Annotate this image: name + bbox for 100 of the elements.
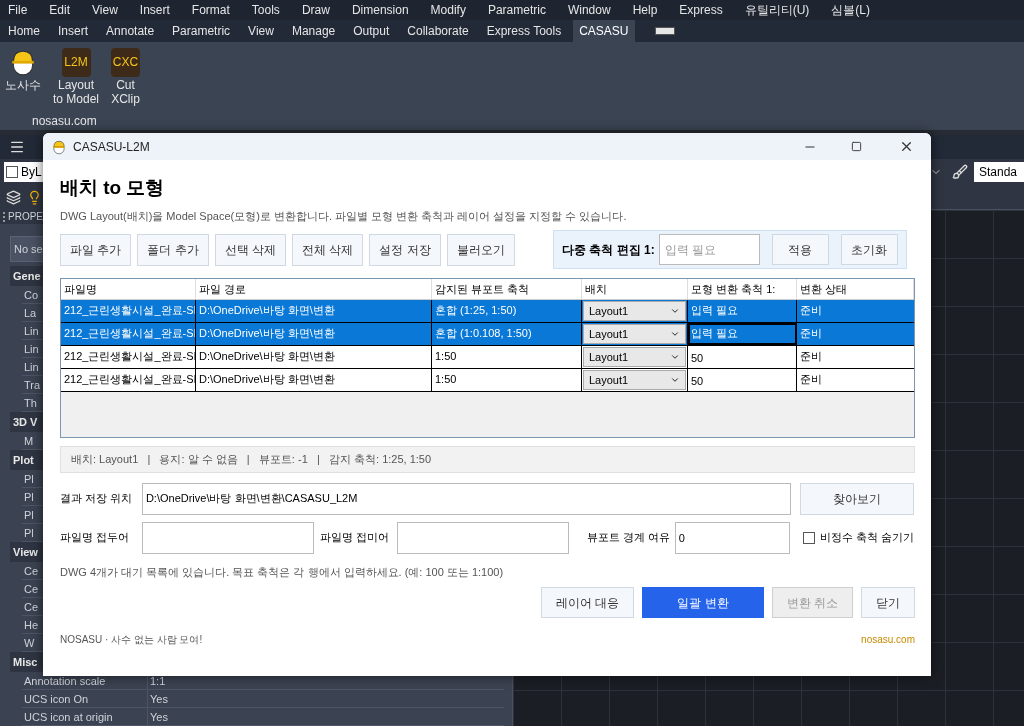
ribbon-tab[interactable]: Annotate: [100, 20, 161, 42]
menu-item[interactable]: Modify: [430, 1, 466, 19]
margin-field[interactable]: 0: [674, 521, 790, 554]
ribbon-tab[interactable]: Home: [2, 20, 46, 42]
column-header[interactable]: 파일 경로: [196, 278, 432, 299]
layout-dropdown[interactable]: Layout1: [583, 323, 686, 344]
scale-input[interactable]: 입력 필요: [688, 299, 797, 322]
field-label: 파일명 접미어: [319, 530, 390, 546]
ribbon-tab[interactable]: CASASU: [573, 20, 635, 42]
table-cell-text: 준비: [799, 302, 823, 318]
action-button[interactable]: 레이어 대응: [540, 587, 635, 618]
menu-item[interactable]: Express: [679, 1, 723, 19]
action-button[interactable]: 닫기: [861, 587, 915, 618]
menu-item[interactable]: 심볼(L): [831, 1, 871, 19]
toolbar-button[interactable]: 파일 추가: [60, 233, 132, 266]
table-cell: 1:50: [432, 345, 582, 368]
ribbon-button[interactable]: L2M Layout to Model: [50, 46, 103, 106]
panel-button[interactable]: 적용: [771, 234, 829, 265]
browse-button[interactable]: 찾아보기: [800, 482, 914, 515]
scale-input[interactable]: 입력 필요: [688, 322, 797, 345]
table-cell: D:\OneDrive\바탕 화면\변환: [196, 322, 432, 345]
column-header[interactable]: 변환 상태: [797, 278, 914, 299]
table-cell: 212_근린생활시설_완료-SI: [61, 299, 196, 322]
field-label: 뷰포트 경계 여유: [587, 530, 672, 546]
menu-item[interactable]: Help: [632, 1, 658, 19]
column-header[interactable]: 파일명: [61, 278, 196, 299]
table-cell-text: 준비: [799, 371, 823, 387]
menu-item[interactable]: Edit: [49, 1, 71, 19]
menu-item[interactable]: Dimension: [351, 1, 409, 19]
menu-item[interactable]: Format: [191, 1, 230, 19]
output-path-field[interactable]: D:\OneDrive\바탕 화면\변환\CASASU_L2M: [141, 482, 792, 515]
scale-input[interactable]: 50: [688, 368, 797, 391]
ribbon-tab[interactable]: Express Tools: [480, 20, 568, 42]
maximize-icon[interactable]: [851, 141, 862, 152]
panel-title: nosasu.com: [32, 113, 98, 130]
dialog-heading: 배치 to 모형: [60, 176, 166, 200]
tool-badge: CXC: [111, 47, 141, 77]
table-row[interactable]: 212_근린생활시설_완료-SI D:\OneDrive\바탕 화면\변환 혼합 (1:25, 1:50) Layout1 입력 필요 준비: [61, 299, 914, 323]
property-name: UCS icon On: [22, 690, 148, 708]
brush-icon[interactable]: [952, 164, 968, 180]
layout-dropdown[interactable]: Layout1: [583, 346, 686, 367]
menu-item[interactable]: File: [8, 1, 28, 19]
table-cell: D:\OneDrive\바탕 화면\변환: [196, 368, 432, 391]
menu-item[interactable]: Tools: [251, 1, 280, 19]
ribbon-button[interactable]: CXC Cut XClip: [108, 46, 144, 106]
toolbar-button[interactable]: 전체 삭제: [292, 233, 364, 266]
lightbulb-icon[interactable]: [27, 189, 42, 205]
scale-input[interactable]: 입력 필요: [658, 234, 760, 265]
description: DWG Layout(배치)을 Model Space(모형)로 변환합니다. 파일별 모형 변환 축척과 레이어 설정을 지정할 수 있습니다.: [60, 209, 628, 224]
table-row[interactable]: 212_근린생활시설_완료-SI D:\OneDrive\바탕 화면\변환 1:50 Layout1 50 준비: [61, 345, 914, 369]
ribbon-tab[interactable]: Parametric: [166, 20, 237, 42]
hide-non-integer-checkbox[interactable]: 비정수 축척 숨기기: [802, 529, 914, 546]
table-row[interactable]: 212_근린생활시설_완료-SI D:\OneDrive\바탕 화면\변환 혼합 (1:0.108, 1:50) Layout1 입력 필요 준비: [61, 322, 914, 346]
column-header[interactable]: 배치: [582, 278, 688, 299]
menu-item[interactable]: Parametric: [487, 1, 546, 19]
table-row[interactable]: 212_근린생활시설_완료-SI D:\OneDrive\바탕 화면\변환 1:50 Layout1 50 준비: [61, 368, 914, 392]
table-cell: D:\OneDrive\바탕 화면\변환: [196, 345, 432, 368]
layer-dropdown[interactable]: ByL: [4, 162, 44, 182]
panel-button[interactable]: 초기화: [840, 234, 898, 265]
prefix-field[interactable]: [141, 521, 314, 554]
suffix-field[interactable]: [397, 521, 570, 554]
text-style-dropdown[interactable]: Standa: [974, 162, 1024, 182]
menu-item[interactable]: Draw: [301, 1, 330, 19]
tool-badge: L2M: [61, 47, 91, 77]
column-header[interactable]: 감지된 뷰포트 축척: [432, 278, 582, 299]
column-header[interactable]: 모형 변환 축척 1:: [688, 278, 797, 299]
toolbar-button[interactable]: 불러오기: [446, 233, 515, 266]
panel-toggle-icon[interactable]: [654, 27, 675, 35]
menu-icon[interactable]: [9, 139, 25, 155]
layout-dropdown[interactable]: Layout1: [583, 369, 686, 390]
table-cell: 혼합 (1:0.108, 1:50): [432, 322, 582, 345]
table-cell-text: 준비: [799, 325, 823, 341]
multi-scale-label: 다중 축척 편집 1:: [562, 241, 655, 259]
ribbon-tab[interactable]: Insert: [52, 20, 95, 42]
layers-icon[interactable]: [6, 189, 21, 205]
toolbar-button[interactable]: 설정 저장: [369, 233, 441, 266]
ribbon-button[interactable]: 노사수: [2, 46, 44, 106]
table-cell: 212_근린생활시설_완료-SI: [61, 345, 196, 368]
action-button[interactable]: 일괄 변환: [642, 587, 764, 618]
ribbon-tab[interactable]: Manage: [285, 20, 342, 42]
app-icon: [51, 138, 67, 155]
toolbar-button[interactable]: 폴더 추가: [137, 233, 209, 266]
toolbar-button[interactable]: 선택 삭제: [214, 233, 287, 266]
table-cell: 212_근린생활시설_완료-SI: [61, 368, 196, 391]
menu-item[interactable]: View: [92, 1, 118, 19]
window-title: CASASU-L2M: [73, 138, 150, 156]
menu-item[interactable]: Window: [567, 1, 611, 19]
scale-input[interactable]: 50: [688, 345, 797, 368]
layout-dropdown[interactable]: Layout1: [583, 300, 686, 321]
ribbon-tab[interactable]: View: [242, 20, 280, 42]
table-cell: D:\OneDrive\바탕 화면\변환: [196, 299, 432, 322]
table-cell: 혼합 (1:25, 1:50): [432, 299, 582, 322]
table-cell: 1:50: [432, 368, 582, 391]
panel-title: PROPE: [8, 210, 43, 224]
close-icon[interactable]: [899, 139, 914, 154]
ribbon-tab[interactable]: Collaborate: [401, 20, 475, 42]
grip-icon: [3, 211, 6, 222]
menu-item[interactable]: 유틸리티(U): [744, 1, 810, 19]
menu-item[interactable]: Insert: [139, 1, 170, 19]
ribbon-tab[interactable]: Output: [347, 20, 396, 42]
